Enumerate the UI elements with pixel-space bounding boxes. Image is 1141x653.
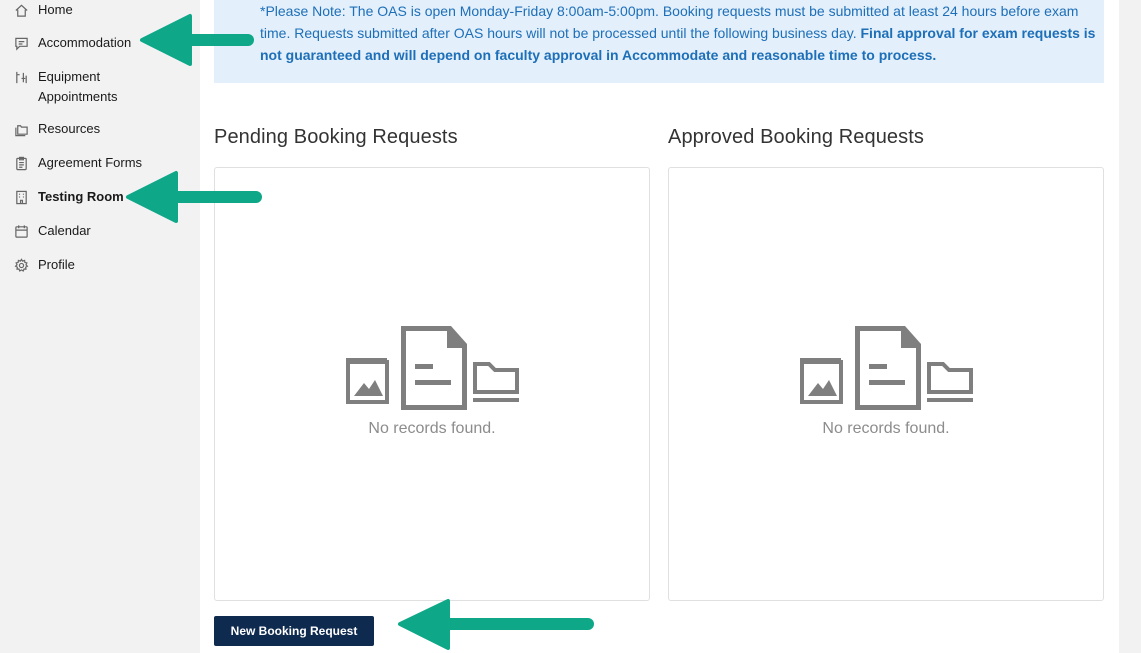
empty-records-icon — [346, 326, 519, 410]
main-content: *Please Note: The OAS is open Monday-Fri… — [200, 0, 1119, 653]
home-icon — [13, 2, 29, 18]
notice-banner: *Please Note: The OAS is open Monday-Fri… — [214, 0, 1104, 83]
pending-requests-title: Pending Booking Requests — [214, 126, 458, 148]
sidebar-item-label: Profile — [38, 257, 75, 272]
sidebar-item-label: Home — [38, 2, 73, 17]
approved-requests-title: Approved Booking Requests — [668, 126, 924, 148]
approved-requests-panel: No records found. — [668, 167, 1104, 601]
sidebar-item-label: Accommodation — [38, 35, 132, 50]
annotation-arrow-icon — [126, 171, 262, 223]
calendar-icon — [13, 223, 29, 239]
empty-state-text: No records found. — [822, 420, 950, 437]
annotation-arrow-icon — [140, 14, 254, 66]
sidebar: Home Accommodation Equipment Appointment… — [0, 0, 200, 653]
chat-icon — [13, 35, 29, 51]
sidebar-item-label: Testing Room — [38, 189, 124, 204]
empty-records-icon — [800, 326, 973, 410]
annotation-arrow-icon — [398, 599, 594, 650]
clipboard-icon — [13, 155, 29, 171]
empty-state-text: No records found. — [368, 420, 496, 437]
equipment-icon — [13, 69, 29, 85]
page-scrollbar[interactable] — [1119, 0, 1141, 653]
sidebar-item-label: Equipment Appointments — [38, 69, 118, 104]
notice-text: *Please Note: The OAS is open Monday-Fri… — [260, 3, 1096, 63]
sidebar-item-label: Calendar — [38, 223, 91, 238]
new-booking-request-button[interactable]: New Booking Request — [214, 616, 374, 646]
sidebar-item-label: Resources — [38, 121, 101, 136]
building-icon — [13, 189, 29, 205]
gear-icon — [13, 257, 29, 273]
folders-icon — [13, 121, 29, 137]
pending-requests-panel: No records found. — [214, 167, 650, 601]
